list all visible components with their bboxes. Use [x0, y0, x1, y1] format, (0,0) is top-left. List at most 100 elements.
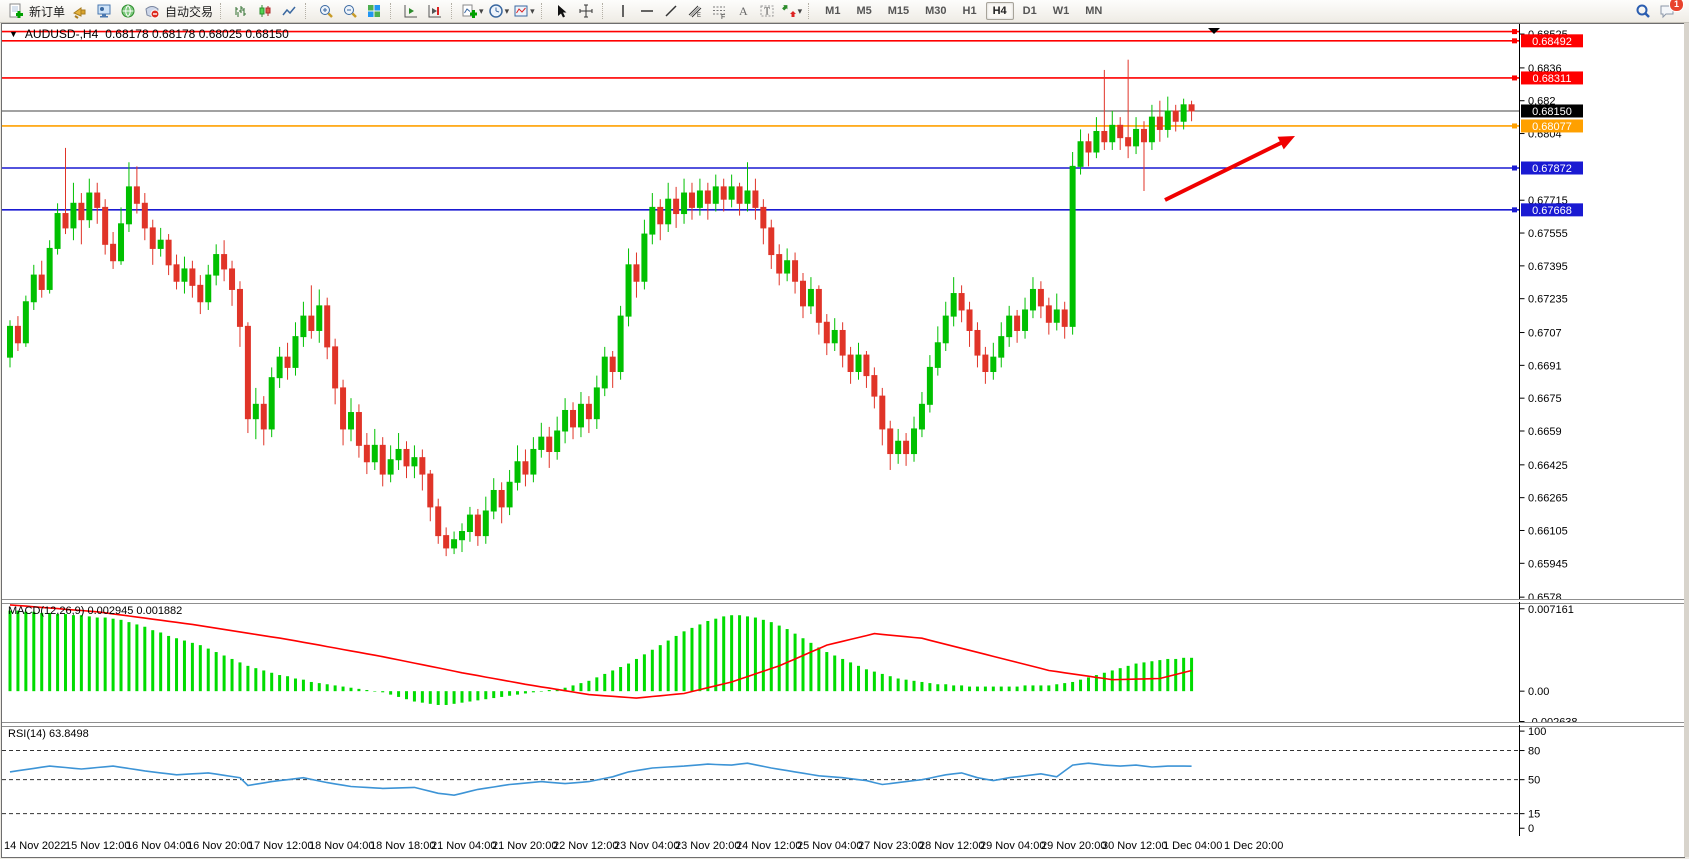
- svg-text:0: 0: [1528, 823, 1534, 835]
- horizontal-line-icon: [639, 3, 655, 19]
- svg-text:0.66265: 0.66265: [1528, 493, 1568, 505]
- tab-timeframe-m5[interactable]: M5: [849, 2, 878, 20]
- svg-text:17 Nov 12:00: 17 Nov 12:00: [248, 840, 313, 852]
- svg-text:0.65945: 0.65945: [1528, 558, 1568, 570]
- megaphone-icon: [72, 3, 88, 19]
- new-order-label[interactable]: 新订单: [29, 3, 65, 20]
- svg-text:15 Nov 12:00: 15 Nov 12:00: [65, 840, 130, 852]
- bar-chart-button[interactable]: [229, 1, 253, 21]
- svg-text:29 Nov 20:00: 29 Nov 20:00: [1041, 840, 1106, 852]
- svg-text:0.6659: 0.6659: [1528, 426, 1562, 438]
- svg-text:80: 80: [1528, 746, 1540, 758]
- text-label-icon: T: [759, 3, 775, 19]
- date-axis[interactable]: 14 Nov 202215 Nov 12:0016 Nov 04:0016 No…: [2, 836, 1682, 856]
- new-order-icon: [8, 3, 24, 19]
- crosshair-icon: [578, 3, 594, 19]
- svg-text:0.68150: 0.68150: [1532, 106, 1572, 118]
- fibonacci-button[interactable]: F: [707, 1, 731, 21]
- text-icon: A: [735, 3, 751, 19]
- macd-pane-canvas[interactable]: 0.0071610.00-0.002638: [2, 602, 1682, 722]
- arrows-icon: [781, 3, 797, 19]
- candle-chart-icon: [257, 3, 273, 19]
- market-watch-button[interactable]: [92, 1, 116, 21]
- svg-text:0.67395: 0.67395: [1528, 261, 1568, 273]
- candle-chart-button[interactable]: [253, 1, 277, 21]
- main-toolbar: 新订单 自动交易: [0, 0, 1689, 23]
- svg-text:30 Nov 12:00: 30 Nov 12:00: [1102, 840, 1167, 852]
- megaphone-button[interactable]: [68, 1, 92, 21]
- chevron-down-icon: ▾: [530, 6, 535, 17]
- svg-text:0.6707: 0.6707: [1528, 328, 1562, 340]
- horizontal-line-button[interactable]: [635, 1, 659, 21]
- svg-text:E: E: [697, 13, 701, 19]
- new-order-button[interactable]: [4, 1, 28, 21]
- shift-chart-icon: [403, 3, 419, 19]
- toolbar-separator: [808, 3, 813, 19]
- search-button[interactable]: [1631, 1, 1655, 21]
- channel-button[interactable]: E: [683, 1, 707, 21]
- svg-text:0.6578: 0.6578: [1528, 592, 1562, 599]
- svg-text:22 Nov 12:00: 22 Nov 12:00: [553, 840, 618, 852]
- svg-text:23 Nov 04:00: 23 Nov 04:00: [614, 840, 679, 852]
- tab-timeframe-w1[interactable]: W1: [1046, 2, 1077, 20]
- svg-text:100: 100: [1528, 726, 1546, 738]
- text-button[interactable]: A: [731, 1, 755, 21]
- market-watch-icon: [96, 3, 112, 19]
- svg-text:27 Nov 23:00: 27 Nov 23:00: [858, 840, 923, 852]
- svg-text:29 Nov 04:00: 29 Nov 04:00: [980, 840, 1045, 852]
- trading-terminal: 新订单 自动交易: [0, 0, 1689, 859]
- main-chart-canvas[interactable]: 0.685250.68360.6820.68040.677150.675550.…: [2, 24, 1682, 599]
- chevron-down-icon[interactable]: ▼: [9, 29, 18, 39]
- zoom-in-icon: [318, 3, 334, 19]
- cursor-icon: [554, 3, 570, 19]
- tile-windows-icon: [366, 3, 382, 19]
- trendline-button[interactable]: [659, 1, 683, 21]
- chevron-down-icon: ▾: [798, 6, 803, 17]
- svg-text:50: 50: [1528, 775, 1540, 787]
- rsi-pane-canvas[interactable]: 1008050150: [2, 725, 1682, 836]
- chart-window: ▼ AUDUSD-,H4 0.68178 0.68178 0.68025 0.6…: [1, 23, 1685, 858]
- shift-chart-button[interactable]: [399, 1, 423, 21]
- ohlc-values: 0.68178 0.68178 0.68025 0.68150: [105, 27, 289, 41]
- signal-button[interactable]: [116, 1, 140, 21]
- macd-label: MACD(12,26,9) 0.002945 0.001882: [8, 605, 182, 617]
- svg-text:0.6691: 0.6691: [1528, 360, 1562, 372]
- arrows-tool-button[interactable]: ▾: [779, 1, 805, 21]
- tab-timeframe-m1[interactable]: M1: [818, 2, 847, 20]
- line-chart-button[interactable]: [277, 1, 301, 21]
- vertical-line-button[interactable]: [611, 1, 635, 21]
- svg-text:A: A: [739, 4, 748, 18]
- toolbar-separator: [451, 3, 456, 19]
- zoom-in-button[interactable]: [314, 1, 338, 21]
- tab-timeframe-mn[interactable]: MN: [1078, 2, 1109, 20]
- crosshair-button[interactable]: [574, 1, 598, 21]
- svg-text:0.67668: 0.67668: [1532, 205, 1572, 217]
- svg-text:25 Nov 04:00: 25 Nov 04:00: [797, 840, 862, 852]
- svg-text:0.68492: 0.68492: [1532, 36, 1572, 48]
- auto-trading-label[interactable]: 自动交易: [165, 3, 213, 20]
- zoom-out-button[interactable]: [338, 1, 362, 21]
- svg-text:23 Nov 20:00: 23 Nov 20:00: [675, 840, 740, 852]
- symbol-period-label: AUDUSD-,H4: [25, 27, 98, 41]
- period-button[interactable]: ▾: [486, 1, 512, 21]
- svg-text:0.68077: 0.68077: [1532, 121, 1572, 133]
- template-button[interactable]: ▾: [511, 1, 537, 21]
- tab-timeframe-m30[interactable]: M30: [918, 2, 953, 20]
- shift-end-button[interactable]: [423, 1, 447, 21]
- tile-windows-button[interactable]: [362, 1, 386, 21]
- cursor-button[interactable]: [550, 1, 574, 21]
- tab-timeframe-h4[interactable]: H4: [986, 2, 1014, 20]
- tab-timeframe-d1[interactable]: D1: [1016, 2, 1044, 20]
- add-indicator-icon: [462, 3, 478, 19]
- shift-end-icon: [427, 3, 443, 19]
- svg-text:21 Nov 04:00: 21 Nov 04:00: [431, 840, 496, 852]
- auto-trading-button[interactable]: [140, 1, 164, 21]
- add-indicator-button[interactable]: ▾: [460, 1, 486, 21]
- notifications-button[interactable]: 1: [1655, 1, 1679, 21]
- tab-timeframe-m15[interactable]: M15: [881, 2, 916, 20]
- svg-text:F: F: [721, 14, 725, 19]
- svg-text:21 Nov 20:00: 21 Nov 20:00: [492, 840, 557, 852]
- text-label-button[interactable]: T: [755, 1, 779, 21]
- fibonacci-icon: F: [711, 3, 727, 19]
- tab-timeframe-h1[interactable]: H1: [956, 2, 984, 20]
